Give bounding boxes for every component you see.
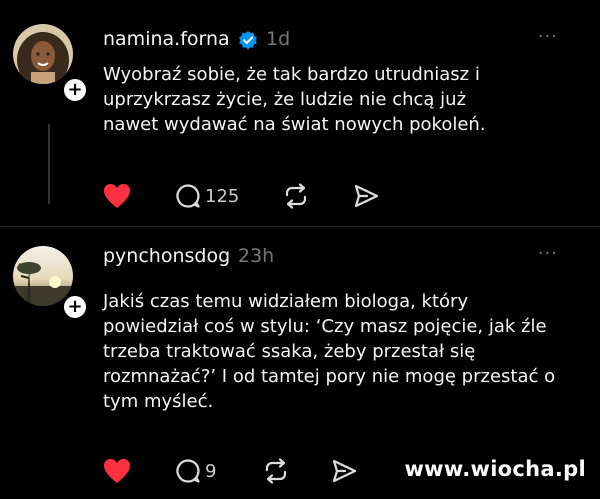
follow-plus-icon[interactable]: + [61, 293, 89, 321]
watermark: www.wiocha.pl [404, 457, 586, 481]
like-button[interactable] [103, 456, 131, 486]
post-time: 23h [238, 245, 275, 267]
post-text: Jakiś czas temu widziałem biologa, który… [103, 291, 556, 412]
send-icon [332, 459, 357, 483]
repost-button[interactable] [263, 456, 289, 486]
comment-button[interactable]: 9 [175, 456, 216, 486]
post-2: + pynchonsdog 23h ··· Jakiś czas temu wi… [0, 0, 600, 499]
comment-icon [176, 459, 200, 483]
share-button[interactable] [331, 456, 357, 486]
repost-icon [265, 458, 287, 484]
username[interactable]: pynchonsdog [103, 245, 230, 267]
heart-icon [104, 459, 130, 483]
comment-count: 9 [205, 460, 217, 482]
more-options-icon[interactable]: ··· [538, 243, 558, 264]
